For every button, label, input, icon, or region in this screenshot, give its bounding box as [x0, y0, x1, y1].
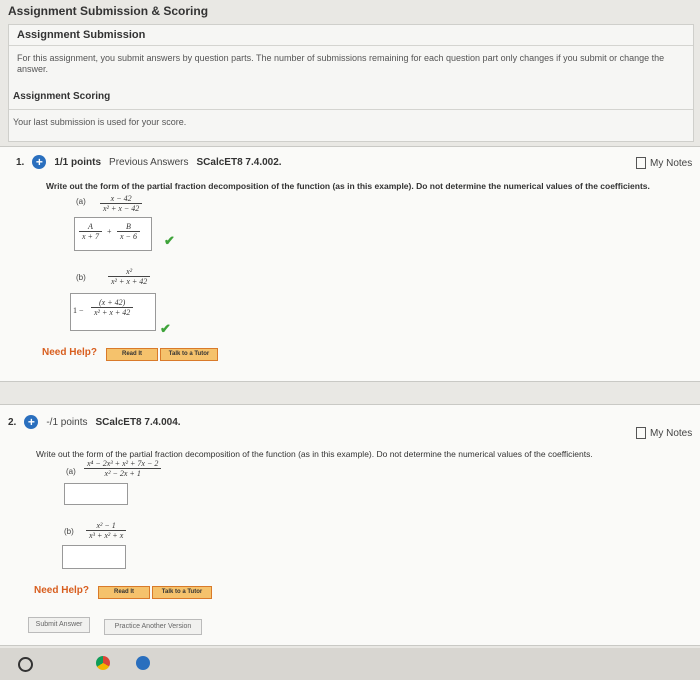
- plus-sign: +: [107, 227, 112, 236]
- answer-a-box[interactable]: A x + 7 + B x − 6: [74, 217, 152, 251]
- chrome-icon[interactable]: [96, 656, 110, 670]
- question-1-header: 1. + 1/1 points Previous Answers SCalcET…: [16, 155, 282, 169]
- submission-text: For this assignment, you submit answers …: [17, 53, 665, 74]
- practice-another-version-button[interactable]: Practice Another Version: [104, 619, 202, 635]
- question-prompt: Write out the form of the partial fracti…: [46, 181, 650, 191]
- scoring-text: Your last submission is used for your sc…: [13, 117, 187, 127]
- function-a: x⁴ − 2x³ + x² + 7x − 2 x² − 2x + 1: [84, 459, 162, 478]
- points: -/1 points: [46, 416, 88, 428]
- question-prompt: Write out the form of the partial fracti…: [36, 449, 593, 459]
- answer-a-input[interactable]: [64, 483, 128, 505]
- points: 1/1 points: [54, 156, 102, 168]
- divider: [9, 45, 693, 46]
- question-number: 1.: [16, 156, 25, 168]
- plus-circle-icon[interactable]: +: [24, 415, 39, 429]
- my-notes-button[interactable]: My Notes: [636, 427, 692, 439]
- previous-answers-link[interactable]: Previous Answers: [109, 157, 188, 168]
- function-a: x − 42 x² + x − 42: [100, 194, 143, 213]
- answer-b-constant: 1 −: [73, 306, 84, 315]
- submit-answer-button[interactable]: Submit Answer: [28, 617, 90, 633]
- question-2-panel: 2. + -/1 points SCalcET8 7.4.004. My Not…: [0, 404, 700, 646]
- question-1-panel: 1. + 1/1 points Previous Answers SCalcET…: [0, 146, 700, 382]
- assignment-submission-panel: Assignment Submission For this assignmen…: [8, 24, 694, 142]
- page-title: Assignment Submission & Scoring: [8, 4, 209, 18]
- need-help-label: Need Help?: [42, 347, 98, 358]
- need-help-label: Need Help?: [34, 585, 90, 596]
- part-b-label: (b): [76, 273, 86, 282]
- my-notes-button[interactable]: My Notes: [636, 157, 692, 169]
- part-a-label: (a): [66, 467, 76, 476]
- answer-b-box[interactable]: 1 − (x + 42) x² + x + 42: [70, 293, 156, 331]
- answer-a-term-1: A x + 7: [79, 222, 102, 241]
- question-code: SCalcET8 7.4.004.: [95, 416, 181, 428]
- edge-icon[interactable]: [136, 656, 150, 670]
- divider: [9, 109, 693, 110]
- scoring-title: Assignment Scoring: [13, 91, 111, 102]
- talk-to-tutor-button[interactable]: Talk to a Tutor: [160, 348, 218, 361]
- question-2-header: 2. + -/1 points SCalcET8 7.4.004.: [8, 415, 181, 429]
- check-icon: ✔: [164, 233, 175, 248]
- read-it-button[interactable]: Read It: [98, 586, 150, 599]
- part-a-label: (a): [76, 197, 86, 206]
- note-icon: [636, 157, 646, 169]
- submission-title: Assignment Submission: [17, 29, 146, 41]
- question-number: 2.: [8, 416, 17, 428]
- answer-b-input[interactable]: [62, 545, 126, 569]
- question-code: SCalcET8 7.4.002.: [196, 156, 282, 168]
- answer-a-term-2: B x − 6: [117, 222, 140, 241]
- note-icon: [636, 427, 646, 439]
- plus-circle-icon[interactable]: +: [32, 155, 47, 169]
- check-icon: ✔: [160, 321, 171, 336]
- part-b-label: (b): [64, 527, 74, 536]
- taskbar: [0, 648, 700, 680]
- read-it-button[interactable]: Read It: [106, 348, 158, 361]
- function-b: x² − 1 x³ + x² + x: [86, 521, 127, 540]
- answer-b-term: (x + 42) x² + x + 42: [91, 298, 134, 317]
- search-icon[interactable]: [18, 657, 33, 672]
- talk-to-tutor-button[interactable]: Talk to a Tutor: [152, 586, 212, 599]
- function-b: x² x² + x + 42: [108, 267, 151, 286]
